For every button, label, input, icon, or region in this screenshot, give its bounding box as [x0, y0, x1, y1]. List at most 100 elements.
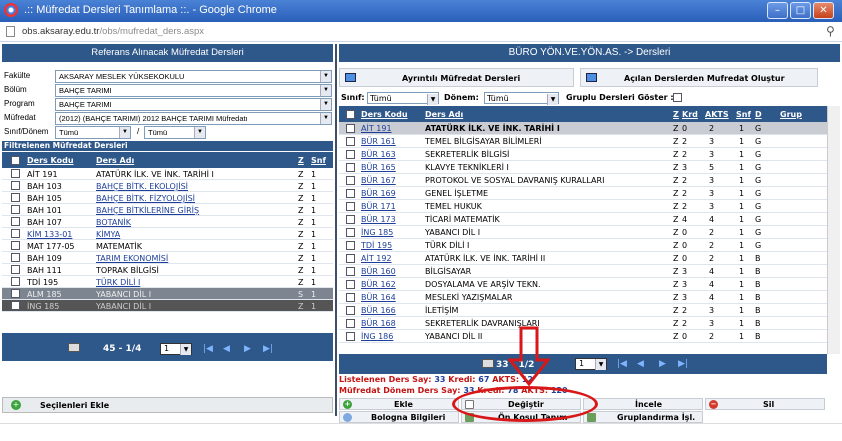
- row-checkbox[interactable]: [346, 293, 355, 302]
- course-code[interactable]: AİT 191: [361, 124, 392, 133]
- r-class-select[interactable]: Tümü ▼: [367, 92, 439, 105]
- department-select[interactable]: BAHÇE TARIMI ▼: [55, 84, 332, 97]
- right-scrollbar[interactable]: [827, 106, 840, 354]
- table-row[interactable]: TDİ 195 TÜRK DİLİ I Z1: [2, 276, 333, 288]
- row-checkbox[interactable]: [346, 124, 355, 133]
- col-z[interactable]: Z: [298, 156, 304, 165]
- row-checkbox[interactable]: [11, 181, 20, 190]
- course-code[interactable]: TDİ 195: [361, 241, 392, 250]
- course-code[interactable]: BÜR 160: [361, 267, 396, 276]
- program-select[interactable]: BAHÇE TARIMI ▼: [55, 98, 332, 111]
- table-row[interactable]: İNG 186 YABANCI DİL II Z 0 2 1 B: [339, 330, 827, 343]
- table-row[interactable]: BÜR 163 SEKRETERLİK BİLGİSİ Z 2 3 1 G: [339, 148, 827, 161]
- row-checkbox[interactable]: [11, 217, 20, 226]
- course-code[interactable]: BÜR 165: [361, 163, 396, 172]
- table-row[interactable]: BÜR 173 TİCARİ MATEMATİK Z 4 4 1 G: [339, 213, 827, 226]
- course-code[interactable]: BÜR 166: [361, 306, 396, 315]
- table-row[interactable]: BÜR 168 SEKRETERLİK DAVRANIŞLARI Z 2 3 1 B: [339, 317, 827, 330]
- bologna-button[interactable]: Bologna Bilgileri: [339, 411, 459, 423]
- course-name[interactable]: TÜRK DİLİ I: [96, 278, 140, 287]
- row-checkbox[interactable]: [11, 253, 20, 262]
- row-checkbox[interactable]: [346, 280, 355, 289]
- table-row[interactable]: AİT 191 ATATÜRK İLK. VE İNK. TARİHİ I Z0 2 1…: [339, 122, 827, 135]
- table-row[interactable]: BÜR 164 MESLEKİ YAZIŞMALAR Z 3 4 1 B: [339, 291, 827, 304]
- row-checkbox[interactable]: [11, 205, 20, 214]
- row-checkbox[interactable]: [346, 228, 355, 237]
- table-row[interactable]: BÜR 167 PROTOKOL VE SOSYAL DAVRANIŞ KURAL…: [339, 174, 827, 187]
- group-checkbox[interactable]: [673, 93, 682, 102]
- col-code[interactable]: Ders Kodu: [27, 156, 74, 165]
- table-row[interactable]: BÜR 171 TEMEL HUKUK Z 2 3 1 G: [339, 200, 827, 213]
- table-row[interactable]: BAH 105 BAHÇE BİTK. FİZYOLOJİSİ Z 1: [2, 192, 333, 204]
- delete-button[interactable]: − Sil: [705, 398, 825, 410]
- course-name[interactable]: BOTANİK: [96, 218, 131, 227]
- col-snf[interactable]: Snf: [311, 156, 326, 165]
- course-code[interactable]: BÜR 169: [361, 189, 396, 198]
- table-row[interactable]: BAH 101 BAHÇE BİTKİLERİNE GİRİŞ Z 1: [2, 204, 333, 216]
- col-name[interactable]: Ders Adı: [96, 156, 134, 165]
- r-col-code[interactable]: Ders Kodu: [361, 110, 408, 119]
- table-row[interactable]: BÜR 161 TEMEL BİLGİSAYAR BİLİMLERİ Z 2 3 1 G: [339, 135, 827, 148]
- print-icon[interactable]: [482, 359, 494, 368]
- row-checkbox[interactable]: [346, 254, 355, 263]
- minimize-button[interactable]: –: [767, 2, 788, 19]
- row-checkbox[interactable]: [11, 169, 20, 178]
- table-row[interactable]: TDİ 195 TÜRK DİLİ I Z0 2 1 G: [339, 239, 827, 252]
- table-row[interactable]: BÜR 166 İLETİŞİM Z 2 3 1 B: [339, 304, 827, 317]
- course-name[interactable]: TARIM EKONOMİSİ: [96, 254, 168, 263]
- course-code[interactable]: BÜR 161: [361, 137, 396, 146]
- table-row[interactable]: BÜR 160 BİLGİSAYAR Z 3 4 1 B: [339, 265, 827, 278]
- detail-curriculum-button[interactable]: Ayrıntılı Müfredat Dersleri: [339, 68, 574, 87]
- row-checkbox[interactable]: [11, 265, 20, 274]
- table-row[interactable]: KİM 133-01 KİMYA Z 1: [2, 228, 333, 240]
- row-checkbox[interactable]: [346, 215, 355, 224]
- prev-page-icon[interactable]: ◀: [223, 344, 230, 354]
- table-row[interactable]: AİT 191 ATATÜRK İLK. VE İNK. TARİHİ I Z1: [2, 168, 333, 180]
- left-page-select[interactable]: 1 ▼: [160, 343, 192, 355]
- create-curriculum-button[interactable]: Açılan Derslerden Mufredat Oluştur: [580, 68, 818, 87]
- right-page-select[interactable]: 1 ▼: [575, 358, 607, 370]
- faculty-select[interactable]: AKSARAY MESLEK YÜKSEKOKULU ▼: [55, 70, 332, 83]
- row-checkbox[interactable]: [11, 277, 20, 286]
- curriculum-select[interactable]: (2012) (BAHÇE TARIMI) 2012 BAHÇE TARIMI …: [55, 112, 332, 125]
- review-button[interactable]: İncele: [583, 398, 703, 410]
- close-window-button[interactable]: ✕: [813, 2, 834, 19]
- course-code[interactable]: BÜR 173: [361, 215, 396, 224]
- next-page-icon[interactable]: ▶: [244, 344, 251, 354]
- course-code[interactable]: BÜR 162: [361, 280, 396, 289]
- row-checkbox[interactable]: [11, 193, 20, 202]
- table-row[interactable]: BÜR 162 DOSYALAMA VE ARŞİV TEKN. Z 3 4 1 B: [339, 278, 827, 291]
- row-checkbox[interactable]: [11, 301, 20, 310]
- row-checkbox[interactable]: [346, 306, 355, 315]
- row-checkbox[interactable]: [346, 189, 355, 198]
- print-icon[interactable]: [68, 343, 80, 352]
- panel-splitter[interactable]: [335, 44, 337, 416]
- add-button[interactable]: + Ekle: [339, 398, 459, 410]
- table-row[interactable]: BAH 107 BOTANİK Z 1: [2, 216, 333, 228]
- course-code[interactable]: BÜR 164: [361, 293, 396, 302]
- table-row[interactable]: BÜR 165 KLAVYE TEKNİKLERİ I Z3 5 1 G: [339, 161, 827, 174]
- row-checkbox[interactable]: [346, 202, 355, 211]
- url-text[interactable]: obs.aksaray.edu.tr/obs/mufredat_ders.asp…: [22, 26, 204, 37]
- r-col-d[interactable]: D: [755, 110, 762, 119]
- prev-page-icon[interactable]: ◀: [637, 359, 644, 369]
- row-checkbox[interactable]: [346, 332, 355, 341]
- class-select[interactable]: Tümü ▼: [55, 126, 131, 139]
- table-row[interactable]: İNG 185 YABANCI DİL I Z1: [2, 300, 333, 312]
- course-code[interactable]: BÜR 167: [361, 176, 396, 185]
- grouping-button[interactable]: Gruplandırma İşl.: [583, 411, 703, 423]
- row-checkbox[interactable]: [11, 289, 20, 298]
- course-code[interactable]: BÜR 171: [361, 202, 396, 211]
- course-name[interactable]: BAHÇE BİTK. EKOLOJİSİ: [96, 182, 188, 191]
- first-page-icon[interactable]: |◀: [203, 344, 213, 354]
- table-row[interactable]: BAH 103 BAHÇE BİTK. EKOLOJİSİ Z 1: [2, 180, 333, 192]
- table-row[interactable]: BAH 109 TARIM EKONOMİSİ Z 1: [2, 252, 333, 264]
- row-checkbox[interactable]: [11, 241, 20, 250]
- course-code[interactable]: İNG 186: [361, 332, 393, 341]
- course-code[interactable]: BÜR 163: [361, 150, 396, 159]
- table-row[interactable]: MAT 177-05 MATEMATİK Z 1: [2, 240, 333, 252]
- row-checkbox[interactable]: [346, 241, 355, 250]
- r-col-grup[interactable]: Grup: [780, 110, 802, 119]
- first-page-icon[interactable]: |◀: [617, 359, 627, 369]
- course-code[interactable]: AİT 192: [361, 254, 392, 263]
